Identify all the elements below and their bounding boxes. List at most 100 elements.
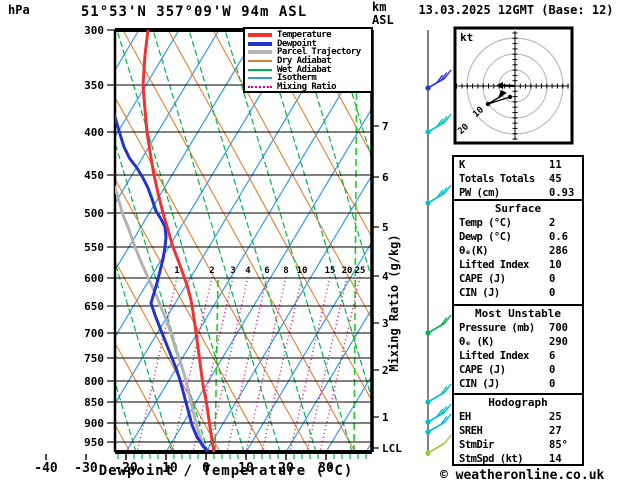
parcel-trajectory-swatch [248,50,272,55]
stat-label: PW (cm) [459,187,500,199]
mixing-ratio-value: 3 [230,266,235,276]
stat-value: 45 [549,173,562,185]
sounding-screenshot: 1 2 3 4 6 8 10 15 20 25 300 350 400 450 500 550 600 650 70… [0,0,629,486]
stat-label: StmSpd (kt) [459,453,524,465]
hodograph-stats-box-header: Hodograph [488,396,548,409]
stat-value: 0.6 [549,231,568,243]
wind-barb [425,434,452,456]
pressure-tick-label: 600 [84,272,104,285]
stat-row: CIN (J) 0 [456,377,580,391]
stat-row: K 11 [456,158,580,172]
most-unstable-box: Most Unstable Pressure (mb) 700 θₑ (K) 290 Li… [452,304,584,395]
pressure-tick-label: 950 [84,436,104,449]
stat-label: CAPE (J) [459,273,506,285]
stat-row: Lifted Index 10 [456,258,580,272]
stat-value: 290 [549,336,568,348]
wind-barb [425,184,452,206]
wind-barb-column [425,30,452,456]
pressure-axis-unit: hPa [8,3,30,17]
most-unstable-box-header: Most Unstable [474,307,562,320]
stat-label: Dewp (°C) [459,231,512,243]
isotherm-swatch [248,77,272,80]
stat-value: 27 [549,425,562,437]
stat-value: 10 [549,259,562,271]
wind-barb [425,413,452,435]
mixing-ratio-labels: 1 2 3 4 6 8 10 15 20 25 [174,266,365,276]
stat-value: 14 [549,453,562,465]
stat-label: Lifted Index [459,259,529,271]
run-datetime: 13.03.2025 12GMT (Base: 12) [418,3,614,17]
copyright: © weatheronline.co.uk [440,468,605,483]
stat-row: SREH 27 [456,424,580,438]
hodograph-trace-point [507,94,513,100]
page-title: 51°53'N 357°09'W 94m ASL [80,4,308,20]
stat-value: 11 [549,159,562,171]
stat-row: θₑ(K) 286 [456,244,580,258]
legend-row: Mixing Ratio [248,81,371,92]
stat-value: 0 [549,287,556,299]
stat-label: StmDir [459,439,494,451]
stat-label: EH [459,411,471,423]
mixing-ratio-lines [136,276,361,452]
pressure-tick-label: 500 [84,207,104,220]
temperature-swatch [248,33,272,38]
wind-barb [425,403,452,425]
stat-row: CIN (J) 0 [456,286,580,300]
legend-label: Mixing Ratio [277,81,337,92]
stat-label: Temp (°C) [459,217,512,229]
stat-label: CIN (J) [459,378,500,390]
mixing-ratio-value: 6 [264,266,269,276]
km-tick-label: 6 [382,171,389,184]
indices-box: K 11 Totals Totals 45 PW (cm) 0.93 [452,155,584,201]
stat-value: 286 [549,245,568,257]
km-tick-label: 5 [382,221,389,234]
mixing-ratio-value: 4 [245,266,251,276]
legend: Temperature Dewpoint Parcel Trajectory Dry … [243,27,373,93]
stat-value: 0 [549,364,556,376]
stat-value: 2 [549,217,556,229]
pressure-tick-label: 300 [84,24,104,37]
surface-box: Surface Temp (°C) 2 Dewp (°C) 0.6 θₑ(K) 286 Lif… [452,199,584,306]
pressure-tick-label: 550 [84,241,104,254]
stat-label: Pressure (mb) [459,322,535,334]
x-axis-title: Dewpoint / Temperature (°C) [98,463,354,479]
lcl-label: LCL [382,442,402,455]
km-tick-label: 1 [382,411,389,424]
stat-row: PW (cm) 0.93 [456,186,580,200]
stat-label: θₑ (K) [459,336,494,348]
dewpoint-swatch [248,41,272,46]
dry-adiabat-swatch [248,60,272,63]
mixing-ratio-value: 25 [355,266,366,276]
stat-value: 0 [549,273,556,285]
altitude-axis-unit: km ASL [372,1,394,27]
pressure-tick-label: 650 [84,300,104,313]
stat-row: Pressure (mb) 700 [456,321,580,335]
stat-value: 25 [549,411,562,423]
stat-value: 85° [549,439,568,451]
stat-value: 0 [549,378,556,390]
mixing-axis-title: Mixing Ratio (g/kg) [387,234,401,371]
stat-row: EH 25 [456,410,580,424]
pressure-tick-label: 750 [84,352,104,365]
hodograph-trace-point [485,101,491,107]
stat-label: Lifted Index [459,350,529,362]
stat-row: StmDir 85° [456,438,580,452]
mixing-ratio-swatch [248,85,272,88]
stat-row: CAPE (J) 0 [456,272,580,286]
pressure-tick-label: 450 [84,169,104,182]
stat-row: Dewp (°C) 0.6 [456,230,580,244]
wet-adiabat-swatch [248,68,272,71]
hodograph-unit-label: kt [460,31,473,44]
stat-value: 0.93 [549,187,575,199]
stat-label: Totals Totals [459,173,535,185]
stat-value: 700 [549,322,568,334]
stat-value: 6 [549,350,556,362]
mixing-ratio-value: 1 [174,266,179,276]
stat-label: CIN (J) [459,287,500,299]
pressure-tick-label: 700 [84,327,104,340]
stat-row: Lifted Index 6 [456,349,580,363]
wind-barb [425,314,452,336]
pressure-tick-label: 900 [84,417,104,430]
wind-barb [425,383,452,405]
stat-row: Temp (°C) 2 [456,216,580,230]
